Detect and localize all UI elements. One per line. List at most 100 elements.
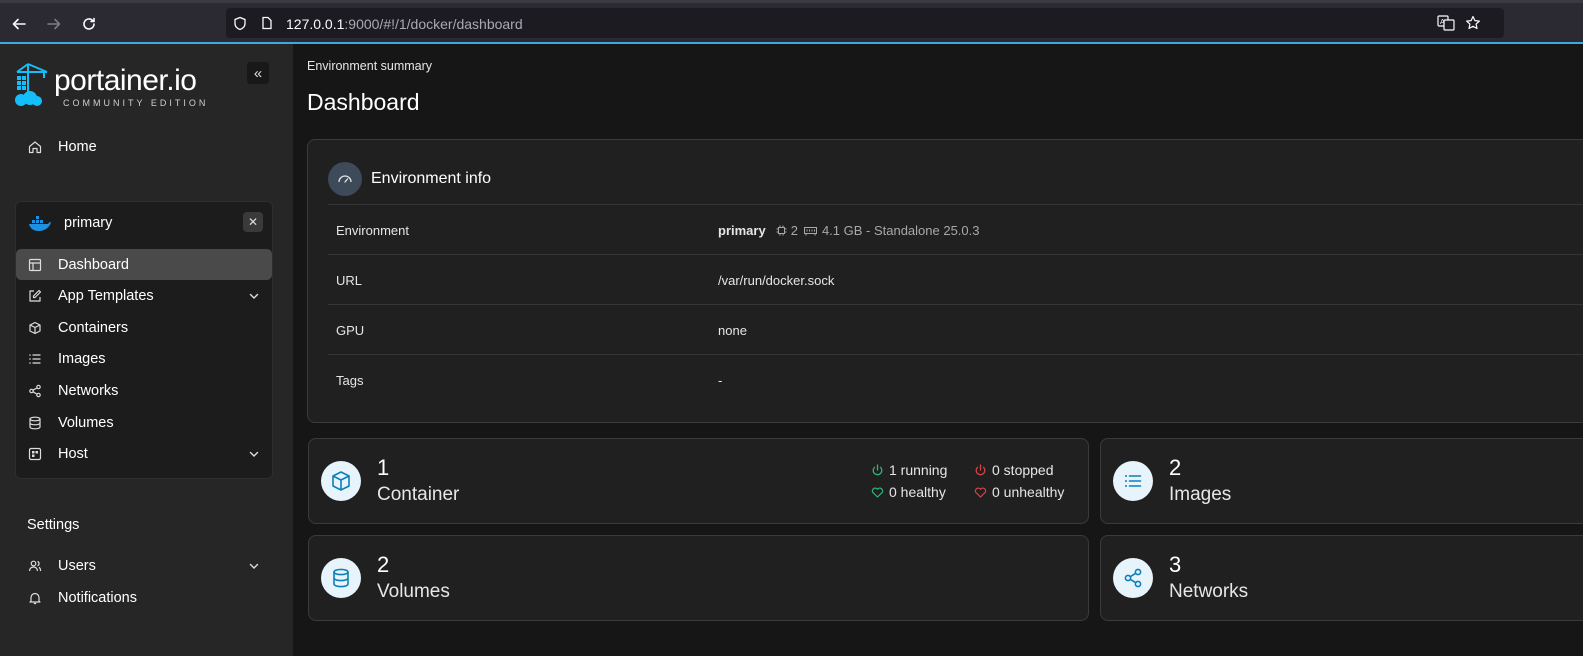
sidebar-item-volumes[interactable]: Volumes [16, 408, 272, 438]
volumes-label: Volumes [377, 581, 450, 602]
url-host: 127.0.0.1 [286, 16, 345, 32]
sidebar-item-label: Users [58, 558, 96, 574]
info-row-gpu: GPU none [328, 304, 1583, 354]
database-icon [28, 416, 42, 430]
sidebar-item-label: Host [58, 446, 88, 462]
close-icon: ✕ [247, 215, 259, 229]
networks-stat-card[interactable]: 3 Networks [1100, 535, 1583, 621]
volumes-stat-card[interactable]: 2 Volumes [308, 535, 1089, 621]
environment-info-header: Environment info [328, 162, 491, 196]
chevron-down-icon[interactable] [248, 448, 260, 460]
edit-icon [28, 289, 42, 303]
breadcrumb: Environment summary [307, 59, 433, 73]
sidebar-item-dashboard[interactable]: Dashboard [16, 249, 272, 280]
unhealthy-count: 0 unhealthy [992, 484, 1065, 500]
bell-icon [28, 591, 42, 605]
url-path: :9000/#!/1/docker/dashboard [344, 16, 523, 32]
healthy-count: 0 healthy [889, 484, 946, 500]
reload-button[interactable] [78, 13, 100, 35]
arrow-left-icon [12, 18, 26, 30]
share-icon [28, 384, 42, 398]
sidebar-item-label: Images [58, 351, 106, 367]
back-button[interactable] [8, 13, 30, 35]
environment-header: primary ✕ [16, 202, 272, 244]
sidebar-item-users[interactable]: Users [16, 551, 272, 581]
docker-icon [28, 214, 52, 232]
sidebar: portainer.io COMMUNITY EDITION « Home pr… [0, 44, 293, 656]
containers-stat-card[interactable]: 1 Container 1 running 0 stopped 0 health… [308, 438, 1089, 524]
info-value: - [718, 373, 723, 388]
sidebar-item-images[interactable]: Images [16, 344, 272, 374]
svg-text:A: A [1440, 18, 1445, 26]
images-stat-card[interactable]: 2 Images [1100, 438, 1583, 524]
home-icon [28, 140, 42, 154]
heart-icon [974, 487, 987, 498]
close-environment-button[interactable]: ✕ [243, 212, 263, 232]
forward-button[interactable] [43, 13, 65, 35]
volumes-count: 2 [377, 552, 390, 577]
environment-info-title: Environment info [371, 170, 492, 187]
info-row-tags: Tags - [328, 354, 1583, 404]
logo-edition: COMMUNITY EDITION [63, 98, 209, 108]
sidebar-item-app-templates[interactable]: App Templates [16, 281, 272, 311]
environment-name-value: primary [718, 223, 766, 238]
url-bar[interactable]: 127.0.0.1:9000/#!/1/docker/dashboard A [226, 8, 1504, 38]
networks-count: 3 [1169, 552, 1182, 577]
url-text: 127.0.0.1:9000/#!/1/docker/dashboard [286, 16, 523, 32]
info-value: primary 2 4.1 GB - Standalone 25.0.3 [718, 223, 980, 238]
box-icon [321, 461, 361, 501]
containers-count: 1 [377, 455, 390, 480]
gauge-icon [328, 162, 362, 196]
browser-toolbar: 127.0.0.1:9000/#!/1/docker/dashboard A [0, 0, 1583, 43]
memory-icon [803, 226, 817, 235]
stopped-status: 0 stopped [974, 462, 1054, 478]
stopped-count: 0 stopped [992, 462, 1054, 478]
images-count: 2 [1169, 455, 1182, 480]
list-icon [1113, 461, 1153, 501]
sidebar-item-label: Home [58, 139, 97, 155]
cpu-icon [776, 225, 787, 236]
sidebar-item-host[interactable]: Host [16, 439, 272, 469]
translate-icon[interactable]: A [1437, 15, 1455, 31]
arrow-right-icon [47, 18, 61, 30]
settings-section-title: Settings [27, 517, 80, 533]
chevron-down-icon[interactable] [248, 560, 260, 572]
unhealthy-status: 0 unhealthy [974, 484, 1064, 500]
healthy-status: 0 healthy [871, 484, 946, 500]
collapse-sidebar-button[interactable]: « [247, 62, 269, 84]
running-status: 1 running [871, 462, 947, 478]
database-icon [321, 558, 361, 598]
shield-icon[interactable] [233, 16, 247, 31]
dashboard-icon [28, 258, 42, 272]
sidebar-item-label: Notifications [58, 590, 137, 606]
page-icon[interactable] [261, 16, 273, 30]
info-key: Tags [336, 373, 364, 388]
portainer-logo[interactable]: portainer.io COMMUNITY EDITION [14, 62, 205, 113]
sidebar-item-home[interactable]: Home [16, 132, 272, 162]
info-row-environment: Environment primary 2 4.1 GB - Standalon… [328, 204, 1583, 254]
info-key: GPU [336, 323, 365, 338]
sidebar-item-containers[interactable]: Containers [16, 313, 272, 343]
sidebar-item-notifications[interactable]: Notifications [16, 583, 272, 613]
list-icon [28, 352, 42, 366]
cpu-count: 2 [790, 223, 798, 238]
sidebar-item-label: App Templates [58, 288, 154, 304]
containers-label: Container [377, 484, 460, 505]
sidebar-item-networks[interactable]: Networks [16, 376, 272, 406]
portainer-crane-icon [15, 63, 48, 106]
chevron-down-icon[interactable] [248, 290, 260, 302]
heart-icon [871, 487, 884, 498]
star-icon[interactable] [1465, 15, 1481, 31]
running-count: 1 running [889, 462, 948, 478]
power-icon [872, 463, 883, 475]
info-row-url: URL /var/run/docker.sock [328, 254, 1583, 304]
memory-and-type: 4.1 GB - Standalone 25.0.3 [821, 223, 980, 238]
sidebar-item-label: Volumes [58, 415, 114, 431]
page-title: Dashboard [307, 89, 420, 115]
users-icon [28, 559, 42, 573]
reload-icon [83, 17, 95, 30]
chevrons-left-icon: « [253, 64, 263, 82]
main-content: Environment summary Dashboard Environmen… [293, 44, 1583, 656]
info-value: /var/run/docker.sock [718, 273, 835, 288]
share-icon [1113, 558, 1153, 598]
